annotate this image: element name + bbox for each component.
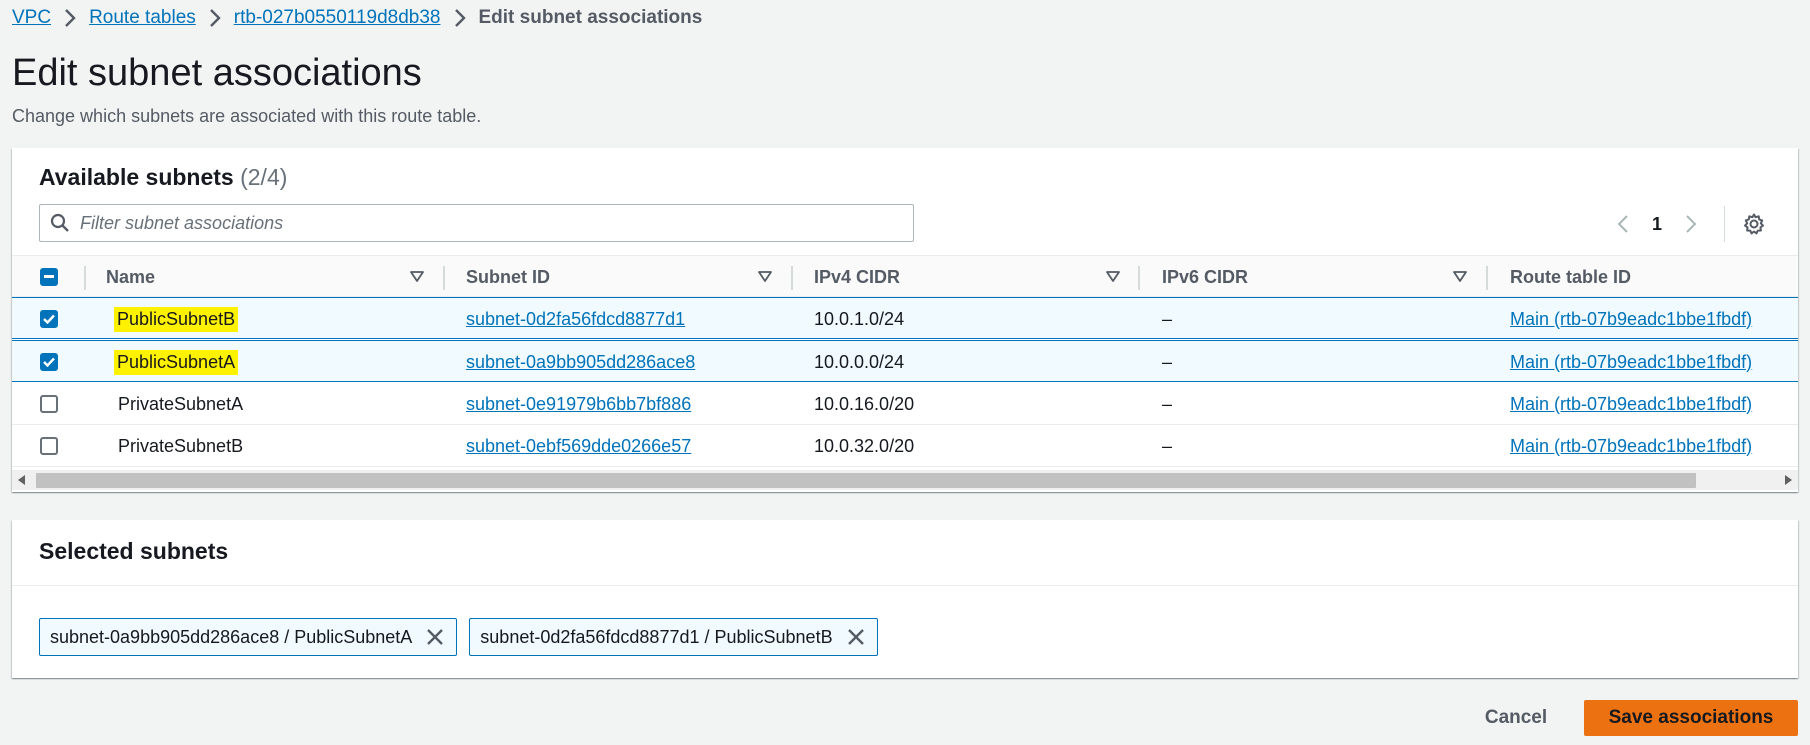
selected-subnet-tokens: subnet-0a9bb905dd286ace8 / PublicSubnetA…	[39, 618, 878, 656]
column-divider	[443, 266, 445, 290]
column-header-ipv6-cidr[interactable]: IPv6 CIDR	[1162, 256, 1248, 298]
available-subnets-count: (2/4)	[240, 164, 288, 190]
chevron-right-icon[interactable]	[1677, 210, 1705, 238]
row-name-cell: PublicSubnetA	[114, 341, 239, 383]
subnets-table: Name Subnet ID IPv4 CIDR IPv6 CIDR Route…	[12, 255, 1798, 473]
page-description: Change which subnets are associated with…	[12, 106, 482, 126]
column-divider	[1486, 266, 1488, 290]
sort-down-icon[interactable]	[1451, 269, 1469, 285]
panel-divider	[12, 585, 1798, 586]
table-row[interactable]: PublicSubnetA subnet-0a9bb905dd286ace8 1…	[12, 340, 1798, 382]
scroll-left-icon[interactable]	[16, 474, 28, 486]
column-header-subnet-id[interactable]: Subnet ID	[466, 256, 550, 298]
gear-icon[interactable]	[1740, 210, 1768, 238]
chevron-right-icon	[202, 6, 228, 30]
column-header-label: Subnet ID	[466, 266, 550, 287]
close-icon[interactable]	[845, 626, 867, 648]
row-name-cell: PublicSubnetB	[114, 298, 239, 340]
sort-down-icon[interactable]	[408, 269, 426, 285]
subnet-id-link[interactable]: subnet-0e91979b6bb7bf886	[466, 394, 691, 415]
row-checkbox[interactable]	[40, 395, 58, 413]
column-header-ipv4-cidr[interactable]: IPv4 CIDR	[814, 256, 900, 298]
row-subnet-id-cell: subnet-0a9bb905dd286ace8	[466, 341, 695, 383]
column-header-label: IPv6 CIDR	[1162, 266, 1249, 287]
subnet-token-label: subnet-0d2fa56fdcd8877d1 / PublicSubnetB	[480, 626, 833, 647]
close-icon[interactable]	[424, 626, 446, 648]
subnet-id-link[interactable]: subnet-0d2fa56fdcd8877d1	[466, 309, 685, 330]
row-checkbox[interactable]	[40, 437, 58, 455]
column-header-label: IPv4 CIDR	[814, 266, 901, 287]
row-ipv6-cell: –	[1162, 435, 1173, 456]
page-title: Edit subnet associations	[12, 52, 422, 94]
subnet-token-label: subnet-0a9bb905dd286ace8 / PublicSubnetA	[50, 626, 413, 647]
column-divider	[791, 266, 793, 290]
column-divider	[84, 266, 86, 290]
table-row[interactable]: PrivateSubnetA subnet-0e91979b6bb7bf886 …	[12, 383, 1798, 425]
row-ipv4-cell: 10.0.16.0/20	[814, 393, 915, 414]
route-table-link[interactable]: Main (rtb-07b9eadc1bbe1fbdf)	[1510, 309, 1752, 330]
row-checkbox[interactable]	[40, 353, 58, 371]
row-name-cell: PrivateSubnetB	[118, 435, 244, 456]
column-header-label: Name	[106, 266, 156, 287]
available-subnets-panel: Available subnets (2/4) 1 Name	[12, 148, 1798, 492]
row-name-cell: PrivateSubnetA	[118, 393, 244, 414]
row-ipv6-cell: –	[1162, 393, 1173, 414]
row-route-table-cell: Main (rtb-07b9eadc1bbe1fbdf)	[1510, 425, 1752, 467]
subnet-token: subnet-0d2fa56fdcd8877d1 / PublicSubnetB	[469, 618, 878, 656]
scroll-right-icon[interactable]	[1782, 474, 1794, 486]
available-subnets-header: Available subnets (2/4)	[39, 164, 287, 191]
chevron-right-icon	[57, 6, 83, 30]
selected-subnets-panel: Selected subnets subnet-0a9bb905dd286ace…	[12, 520, 1798, 678]
route-table-link[interactable]: Main (rtb-07b9eadc1bbe1fbdf)	[1510, 436, 1752, 457]
filter-field[interactable]	[39, 204, 914, 242]
row-route-table-cell: Main (rtb-07b9eadc1bbe1fbdf)	[1510, 298, 1752, 340]
subnet-name: PublicSubnetA	[114, 349, 239, 375]
available-subnets-title: Available subnets	[39, 164, 234, 190]
sort-down-icon[interactable]	[756, 269, 774, 285]
route-table-link[interactable]: Main (rtb-07b9eadc1bbe1fbdf)	[1510, 352, 1752, 373]
row-subnet-id-cell: subnet-0e91979b6bb7bf886	[466, 383, 691, 425]
page-number[interactable]: 1	[1637, 214, 1677, 235]
breadcrumb: VPC Route tables rtb-027b0550119d8db38 E…	[12, 6, 702, 30]
pagination: 1	[1609, 210, 1705, 238]
breadcrumb-current: Edit subnet associations	[478, 7, 703, 28]
pager-divider	[1724, 206, 1725, 242]
subnet-id-link[interactable]: subnet-0a9bb905dd286ace8	[466, 352, 695, 373]
row-ipv4-cell: 10.0.32.0/20	[814, 435, 915, 456]
cancel-button[interactable]: Cancel	[1466, 700, 1566, 736]
breadcrumb-vpc[interactable]: VPC	[12, 7, 51, 29]
subnet-id-link[interactable]: subnet-0ebf569dde0266e57	[466, 436, 691, 457]
row-ipv6-cell: –	[1162, 308, 1173, 329]
row-ipv4-cell: 10.0.1.0/24	[814, 308, 905, 329]
sort-down-icon[interactable]	[1104, 269, 1122, 285]
row-ipv4-cell: 10.0.0.0/24	[814, 351, 905, 372]
row-route-table-cell: Main (rtb-07b9eadc1bbe1fbdf)	[1510, 341, 1752, 383]
row-route-table-cell: Main (rtb-07b9eadc1bbe1fbdf)	[1510, 383, 1752, 425]
table-row[interactable]: PublicSubnetB subnet-0d2fa56fdcd8877d1 1…	[12, 297, 1798, 339]
breadcrumb-route-table-id[interactable]: rtb-027b0550119d8db38	[234, 7, 441, 29]
subnet-token: subnet-0a9bb905dd286ace8 / PublicSubnetA	[39, 618, 458, 656]
scrollbar-thumb[interactable]	[36, 473, 1696, 488]
horizontal-scrollbar[interactable]	[12, 470, 1798, 490]
route-table-link[interactable]: Main (rtb-07b9eadc1bbe1fbdf)	[1510, 394, 1752, 415]
chevron-right-icon	[447, 6, 473, 30]
select-all-checkbox[interactable]	[40, 268, 58, 286]
row-subnet-id-cell: subnet-0d2fa56fdcd8877d1	[466, 298, 685, 340]
filter-input[interactable]	[80, 212, 900, 234]
table-row[interactable]: PrivateSubnetB subnet-0ebf569dde0266e57 …	[12, 425, 1798, 467]
save-associations-button[interactable]: Save associations	[1584, 700, 1798, 736]
column-header-label: Route table ID	[1510, 266, 1632, 287]
table-header: Name Subnet ID IPv4 CIDR IPv6 CIDR Route…	[12, 255, 1798, 297]
subnet-name: PublicSubnetB	[114, 306, 239, 332]
selected-subnets-title: Selected subnets	[39, 538, 229, 564]
breadcrumb-route-tables[interactable]: Route tables	[89, 7, 196, 29]
chevron-left-icon[interactable]	[1609, 210, 1637, 238]
column-divider	[1138, 266, 1140, 290]
search-icon	[40, 213, 80, 233]
column-header-name[interactable]: Name	[106, 256, 155, 298]
row-ipv6-cell: –	[1162, 351, 1173, 372]
column-header-route-table-id[interactable]: Route table ID	[1510, 256, 1631, 298]
row-checkbox[interactable]	[40, 310, 58, 328]
row-subnet-id-cell: subnet-0ebf569dde0266e57	[466, 425, 691, 467]
